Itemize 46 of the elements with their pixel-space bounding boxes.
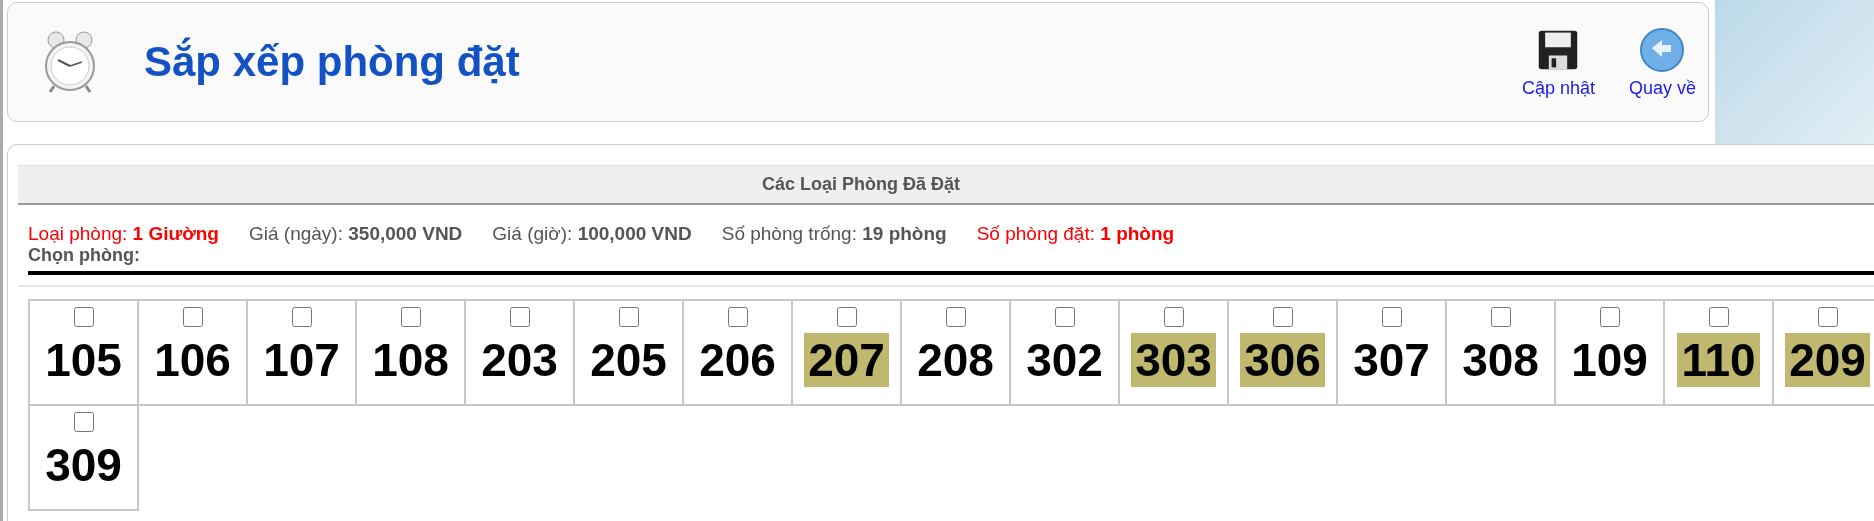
room-checkbox[interactable] <box>73 307 94 327</box>
room-number: 303 <box>1131 333 1216 387</box>
room-number: 105 <box>44 333 123 387</box>
room-number: 207 <box>804 333 889 387</box>
room-checkbox[interactable] <box>1054 307 1075 327</box>
room-number: 206 <box>698 333 777 387</box>
info-text: Giá (giờ): 100,000 VND <box>492 223 692 245</box>
room-checkbox[interactable] <box>945 307 966 327</box>
toolbar-button[interactable]: Quay về <box>1628 25 1696 99</box>
room-checkbox[interactable] <box>1708 307 1729 327</box>
room-number: 307 <box>1352 333 1431 387</box>
room-checkbox[interactable] <box>1381 307 1402 327</box>
room-checkbox[interactable] <box>400 307 421 327</box>
room-number: 110 <box>1677 333 1760 387</box>
room-checkbox[interactable] <box>1490 307 1511 327</box>
room-checkbox[interactable] <box>618 307 639 327</box>
room-number: 203 <box>480 333 559 387</box>
room-number: 208 <box>916 333 995 387</box>
room-number: 205 <box>589 333 668 387</box>
toolbar-button[interactable]: Cập nhật <box>1521 25 1595 99</box>
room-checkbox[interactable] <box>509 307 530 327</box>
info-text: Số phòng đặt: 1 phòng <box>976 223 1175 245</box>
room-checkbox[interactable] <box>1599 307 1620 327</box>
section-title: Các Loại Phòng Đã Đặt <box>762 174 960 195</box>
room-number: 302 <box>1025 333 1104 387</box>
room-checkbox[interactable] <box>1272 307 1293 327</box>
room-checkbox[interactable] <box>182 307 203 327</box>
room-checkbox[interactable] <box>836 307 857 327</box>
room-number: 306 <box>1240 333 1325 387</box>
room-number: 308 <box>1461 333 1540 387</box>
room-checkbox[interactable] <box>291 307 312 327</box>
room-checkbox[interactable] <box>1163 307 1184 327</box>
info-text: Giá (ngày): 350,000 VND <box>249 223 463 245</box>
info-text: Loại phòng: 1 Giường <box>28 223 219 245</box>
room-number: 309 <box>44 438 123 492</box>
choose-label: Chọn phòng: <box>27 245 141 265</box>
room-number: 108 <box>371 333 450 387</box>
room-number: 106 <box>153 333 232 387</box>
room-checkbox[interactable] <box>1817 307 1838 327</box>
info-text: Số phòng trống: 19 phòng <box>721 223 947 245</box>
room-number: 109 <box>1570 333 1649 387</box>
room-checkbox[interactable] <box>73 412 94 432</box>
page-title: Sắp xếp phòng đặt <box>144 38 520 86</box>
room-checkbox[interactable] <box>727 307 748 327</box>
room-number: 209 <box>1785 333 1870 387</box>
room-number: 107 <box>262 333 341 387</box>
